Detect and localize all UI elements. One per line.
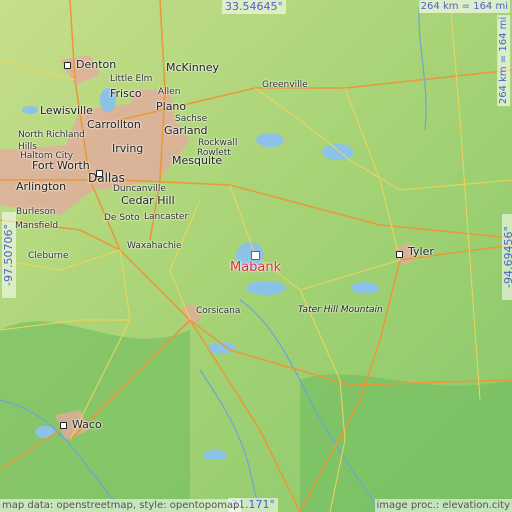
city-label[interactable]: Plano	[156, 101, 186, 113]
north-latitude-label: 33.54645°	[222, 0, 286, 14]
city-label[interactable]: Lancaster	[144, 211, 188, 223]
city-marker	[60, 422, 67, 429]
west-longitude-label: -97.50706°	[2, 212, 16, 298]
city-label[interactable]: Cleburne	[28, 250, 69, 262]
city-label[interactable]: Burleson	[16, 206, 56, 218]
city-label[interactable]: Corsicana	[196, 305, 240, 317]
city-label[interactable]: Mansfield	[15, 220, 58, 232]
city-label[interactable]: De Soto	[104, 212, 140, 224]
city-label[interactable]: Frisco	[110, 88, 142, 100]
scale-label-top: 264 km = 164 mi	[418, 0, 510, 13]
city-label[interactable]: Allen	[158, 86, 180, 98]
city-label[interactable]: Garland	[164, 125, 208, 137]
city-label[interactable]: Tyler	[408, 246, 434, 258]
mountain-label: Tater Hill Mountain	[298, 305, 383, 315]
scale-label-right: 264 km = 164 mi	[497, 14, 511, 107]
city-label[interactable]: Denton	[76, 59, 116, 71]
city-label[interactable]: Carrollton	[87, 119, 141, 131]
city-label[interactable]: Irving	[112, 143, 143, 155]
city-label[interactable]: Waxahachie	[127, 240, 182, 252]
east-longitude-label: -94.69456°	[502, 214, 512, 300]
city-label[interactable]: Arlington	[16, 181, 66, 193]
city-label[interactable]: Waco	[72, 419, 102, 431]
city-label[interactable]: Cedar Hill	[121, 195, 175, 207]
location-marker[interactable]	[251, 251, 260, 260]
city-label[interactable]: Mesquite	[172, 155, 222, 167]
city-marker	[64, 62, 71, 69]
city-label[interactable]: Lewisville	[40, 105, 93, 117]
map-attribution: map data: openstreetmap, style: opentopo…	[0, 499, 242, 512]
highlighted-place-label[interactable]: Mabank	[230, 260, 281, 275]
city-marker	[96, 170, 103, 177]
city-label[interactable]: Fort Worth	[32, 160, 90, 172]
city-label[interactable]: McKinney	[166, 62, 219, 74]
topographic-map[interactable]: 33.54645° 31.171° -97.50706° -94.69456° …	[0, 0, 512, 512]
city-label[interactable]: Greenville	[262, 79, 308, 91]
image-attribution: image proc.: elevation.city	[374, 499, 512, 512]
city-marker	[396, 251, 403, 258]
city-label[interactable]: Little Elm	[110, 73, 152, 85]
